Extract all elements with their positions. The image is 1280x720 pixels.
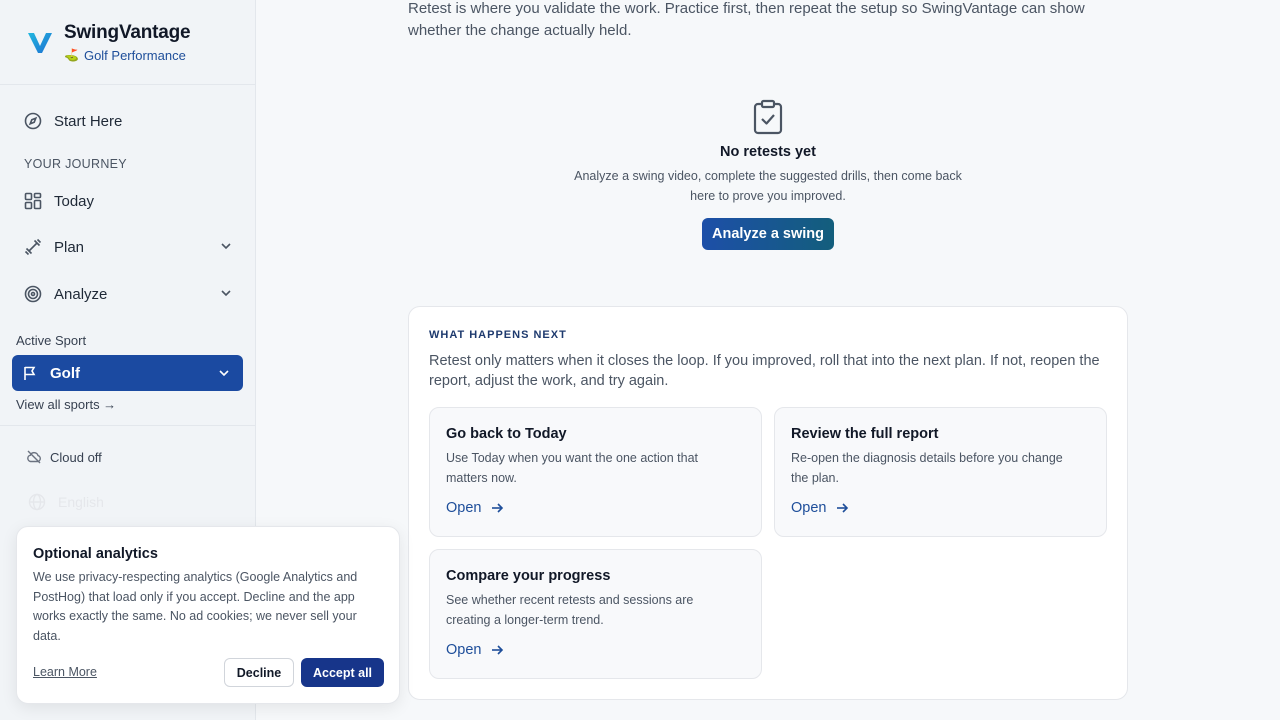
golf-flag-icon: ⛳	[64, 48, 79, 62]
cloud-status-label: Cloud off	[50, 449, 102, 465]
dashboard-icon	[24, 192, 42, 210]
card-description: See whether recent retests and sessions …	[446, 593, 694, 627]
active-sport-select[interactable]: Golf	[12, 355, 243, 391]
arrow-right-icon	[492, 503, 504, 513]
dumbbell-icon	[24, 238, 42, 256]
empty-state-title: No retests yet	[720, 144, 816, 160]
language-select[interactable]: English	[28, 493, 104, 511]
card-review-report[interactable]: Review the full report Re-open the diagn…	[774, 407, 1107, 537]
chevron-down-icon[interactable]	[219, 239, 233, 253]
brand-subtitle-text: Golf Performance	[83, 47, 186, 63]
nav-start-here[interactable]: Start Here	[12, 102, 243, 140]
nav-today-label: Today	[54, 192, 95, 210]
what-happens-next-card: WHAT HAPPENS NEXT Retest only matters wh…	[408, 306, 1128, 700]
globe-icon	[28, 493, 46, 511]
nav-today[interactable]: Today	[12, 182, 243, 220]
nav-plan-label: Plan	[54, 238, 85, 256]
learn-more-link[interactable]: Learn More	[33, 665, 97, 679]
open-link[interactable]: Open	[446, 500, 504, 516]
open-link-label: Open	[791, 500, 827, 516]
cloud-status[interactable]: Cloud off	[26, 449, 102, 465]
card-title: Go back to Today	[446, 426, 567, 442]
analyze-swing-button[interactable]: Analyze a swing	[702, 218, 834, 250]
clipboard-check-icon	[753, 99, 783, 135]
card-title: Compare your progress	[446, 568, 611, 584]
nav-analyze-label: Analyze	[54, 285, 108, 303]
retest-intro: Retest is where you validate the work. P…	[408, 0, 1085, 39]
nav-plan[interactable]: Plan	[12, 228, 243, 266]
accept-all-button[interactable]: Accept all	[301, 658, 384, 687]
nav-analyze[interactable]: Analyze	[12, 275, 243, 313]
chevron-down-icon[interactable]	[219, 286, 233, 300]
what-happens-next-text: Retest only matters when it closes the l…	[429, 353, 1100, 389]
active-sport-label: Active Sport	[16, 333, 87, 348]
card-description: Use Today when you want the one action t…	[446, 451, 699, 485]
cookie-consent-banner: Optional analytics We use privacy-respec…	[16, 526, 400, 704]
card-go-back-today[interactable]: Go back to Today Use Today when you want…	[429, 407, 762, 537]
sidebar-divider	[0, 425, 256, 426]
main-content: Retest is where you validate the work. P…	[256, 0, 1280, 720]
compass-icon	[24, 112, 42, 130]
card-description: Re-open the diagnosis details before you…	[791, 451, 1063, 485]
flag-icon	[24, 366, 36, 380]
target-icon	[24, 285, 42, 303]
brand-subtitle: ⛳ Golf Performance	[64, 48, 190, 63]
cloud-off-icon	[27, 450, 41, 464]
open-link[interactable]: Open	[446, 642, 504, 658]
decline-button[interactable]: Decline	[224, 658, 294, 687]
arrow-right-icon	[492, 645, 504, 655]
cookie-text: We use privacy-respecting analytics (Goo…	[33, 570, 358, 643]
arrow-right-icon	[837, 503, 849, 513]
nav-start-here-label: Start Here	[54, 112, 123, 130]
open-link[interactable]: Open	[791, 500, 849, 516]
view-all-sports-link[interactable]: View all sports →	[16, 397, 116, 412]
language-label: English	[58, 494, 104, 510]
empty-state-description: Analyze a swing video, complete the sugg…	[574, 169, 962, 203]
section-your-journey: YOUR JOURNEY	[24, 157, 127, 171]
swingvantage-logo-icon	[28, 33, 52, 53]
what-happens-next-label: WHAT HAPPENS NEXT	[429, 329, 567, 341]
cookie-title: Optional analytics	[33, 546, 158, 562]
active-sport-value: Golf	[50, 364, 80, 382]
card-compare-progress[interactable]: Compare your progress See whether recent…	[429, 549, 762, 679]
open-link-label: Open	[446, 642, 482, 658]
brand[interactable]: SwingVantage ⛳ Golf Performance	[0, 0, 255, 85]
card-title: Review the full report	[791, 426, 939, 442]
chevron-down-icon	[219, 370, 229, 377]
open-link-label: Open	[446, 500, 482, 516]
brand-name: SwingVantage	[64, 21, 191, 43]
